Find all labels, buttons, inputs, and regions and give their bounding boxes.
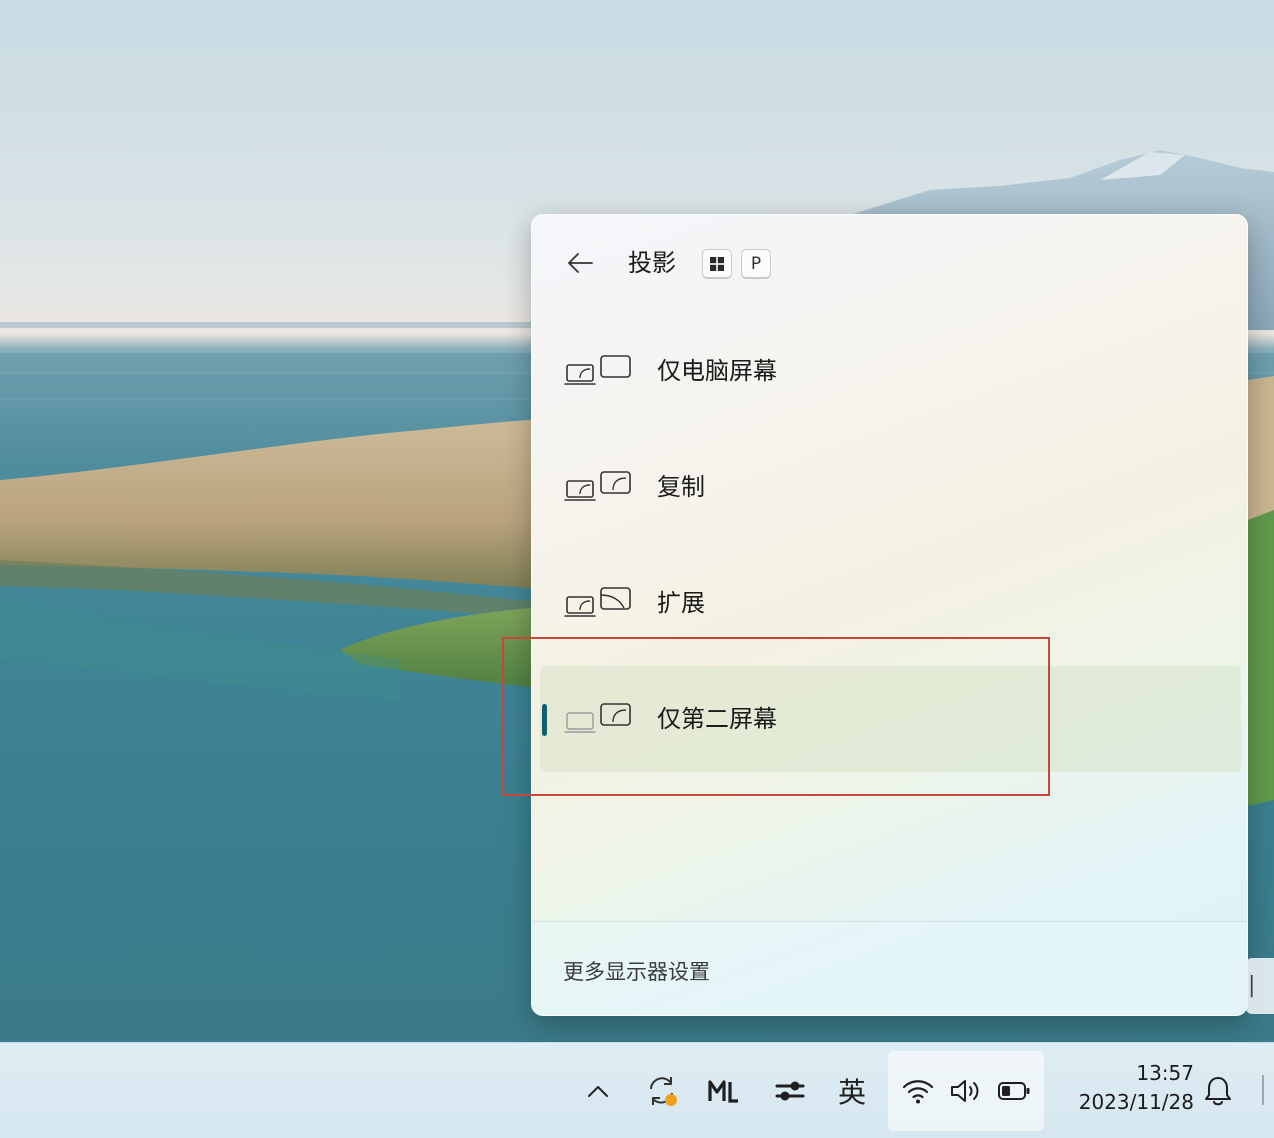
- sync-icon: [650, 1077, 677, 1106]
- option-duplicate[interactable]: 复制: [540, 434, 1241, 540]
- extend-icon: [564, 587, 631, 617]
- notifications-button[interactable]: [1194, 1065, 1242, 1117]
- option-extend[interactable]: 扩展: [540, 550, 1241, 656]
- back-arrow-icon: [568, 253, 593, 273]
- quick-settings-button[interactable]: [888, 1051, 1044, 1131]
- pc-screen-only-icon: [564, 355, 631, 385]
- flyout-header: 投影 P: [532, 215, 1247, 315]
- option-label: 扩展: [657, 589, 705, 617]
- back-button[interactable]: [558, 241, 602, 285]
- wifi-status: [894, 1065, 942, 1117]
- show-desktop-button[interactable]: [1262, 1075, 1264, 1105]
- taskbar: 英 13:57 2023/11/28: [0, 1042, 1274, 1138]
- wifi-icon: [902, 1080, 934, 1104]
- option-label: 仅第二屏幕: [657, 705, 777, 733]
- battery-icon: [998, 1082, 1030, 1100]
- input-method-indicator[interactable]: 英: [828, 1065, 876, 1117]
- show-hidden-icons-button[interactable]: [574, 1065, 622, 1117]
- option-second-screen-only[interactable]: 仅第二屏幕: [540, 666, 1241, 772]
- second-screen-only-icon: [564, 703, 631, 733]
- clock[interactable]: 13:57 2023/11/28: [1056, 1059, 1194, 1117]
- option-label: 复制: [657, 473, 705, 501]
- sync-tray-button[interactable]: [638, 1065, 686, 1117]
- meeting-app-tray-button[interactable]: [700, 1065, 748, 1117]
- volume-status: [942, 1065, 990, 1117]
- edge-peek-panel: |: [1246, 958, 1274, 1014]
- clock-time: 13:57: [1136, 1061, 1194, 1085]
- option-label: 仅电脑屏幕: [657, 357, 777, 385]
- selection-indicator: [542, 704, 547, 736]
- project-flyout: 投影 P 仅电脑屏幕 复制 扩展 仅第二屏幕 更多显示器设置: [531, 214, 1248, 1016]
- clock-date: 2023/11/28: [1078, 1090, 1194, 1114]
- chevron-up-icon: [588, 1086, 608, 1097]
- option-pc-screen-only[interactable]: 仅电脑屏幕: [540, 318, 1241, 424]
- settings-toggle-icon: [775, 1081, 805, 1101]
- p-key-badge: P: [741, 249, 771, 279]
- flyout-footer: 更多显示器设置: [532, 921, 1247, 1015]
- duplicate-icon: [564, 471, 631, 501]
- volume-icon: [951, 1080, 979, 1102]
- more-display-settings-link[interactable]: 更多显示器设置: [563, 958, 710, 986]
- flyout-title: 投影: [628, 249, 676, 277]
- battery-status: [990, 1065, 1038, 1117]
- bell-icon: [1205, 1077, 1231, 1106]
- meeting-app-icon: [708, 1080, 738, 1103]
- settings-toggle-tray-button[interactable]: [766, 1065, 814, 1117]
- windows-key-badge: [702, 249, 732, 279]
- windows-key-icon: [710, 256, 724, 271]
